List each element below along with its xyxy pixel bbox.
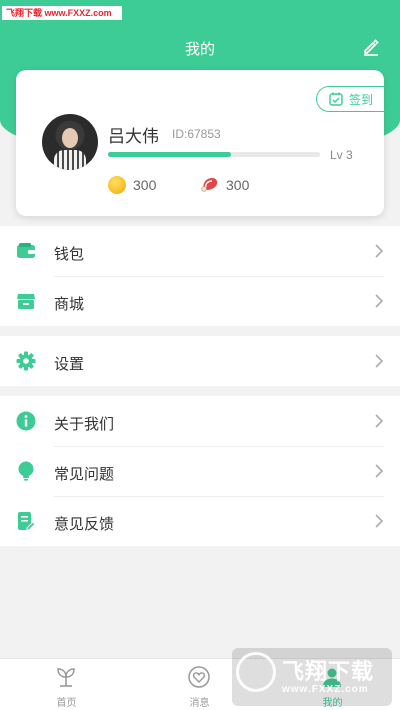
menu-item-settings[interactable]: 设置 xyxy=(0,336,400,386)
menu-label-about: 关于我们 xyxy=(54,416,115,433)
menu-item-about[interactable]: 关于我们 xyxy=(0,396,400,446)
user-id: ID:67853 xyxy=(172,127,221,141)
chevron-right-icon xyxy=(375,294,384,308)
store-icon xyxy=(17,294,35,309)
chevron-right-icon xyxy=(375,354,384,368)
watermark-top: 飞翔下载 www.FXXZ.com xyxy=(2,6,122,20)
coin-icon xyxy=(108,176,126,194)
level-label: Lv 3 xyxy=(330,148,353,162)
menu-item-faq[interactable]: 常见问题 xyxy=(0,446,400,496)
checkin-label: 签到 xyxy=(349,92,374,107)
chevron-right-icon xyxy=(375,244,384,258)
menu-group-help: 关于我们 常见问题 意见反馈 xyxy=(0,396,400,546)
checkin-button[interactable]: 签到 xyxy=(316,86,386,112)
menu-label-store: 商城 xyxy=(54,296,85,313)
menu-group-account: 钱包 商城 xyxy=(0,226,400,326)
menu-label-faq: 常见问题 xyxy=(54,466,115,483)
meat-icon xyxy=(201,178,218,192)
feedback-icon xyxy=(18,512,36,531)
level-progress-bar xyxy=(108,152,320,157)
gear-icon xyxy=(16,351,36,371)
lightbulb-icon xyxy=(18,461,34,481)
chevron-right-icon xyxy=(375,414,384,428)
level-progress-fill xyxy=(108,152,231,157)
edit-icon[interactable] xyxy=(362,38,380,56)
chevron-right-icon xyxy=(375,464,384,478)
calendar-check-icon xyxy=(329,92,343,106)
menu-item-store[interactable]: 商城 xyxy=(0,276,400,326)
tab-label-home: 首页 xyxy=(56,698,77,709)
profile-card: 签到 吕大伟 ID:67853 Lv 3 300 300 xyxy=(16,70,386,216)
heart-icon xyxy=(188,666,210,688)
meat-count: 300 xyxy=(226,177,250,193)
menu-label-feedback: 意见反馈 xyxy=(54,516,115,533)
info-icon xyxy=(16,411,36,431)
username: 吕大伟 xyxy=(108,127,159,146)
chevron-right-icon xyxy=(375,514,384,528)
sprout-icon xyxy=(57,668,75,687)
avatar[interactable] xyxy=(42,114,98,170)
coin-count: 300 xyxy=(133,177,157,193)
wallet-icon xyxy=(17,243,35,258)
watermark-text: 飞翔下载 xyxy=(282,659,375,684)
tab-home[interactable]: 首页 xyxy=(0,659,133,710)
menu-group-settings: 设置 xyxy=(0,336,400,386)
menu-item-wallet[interactable]: 钱包 xyxy=(0,226,400,276)
menu-item-feedback[interactable]: 意见反馈 xyxy=(0,496,400,546)
page-title: 我的 xyxy=(184,41,215,58)
menu-label-wallet: 钱包 xyxy=(54,246,85,263)
watermark-logo xyxy=(236,652,276,692)
watermark-url: www.FXXZ.com xyxy=(282,684,369,695)
menu-label-settings: 设置 xyxy=(54,356,85,373)
